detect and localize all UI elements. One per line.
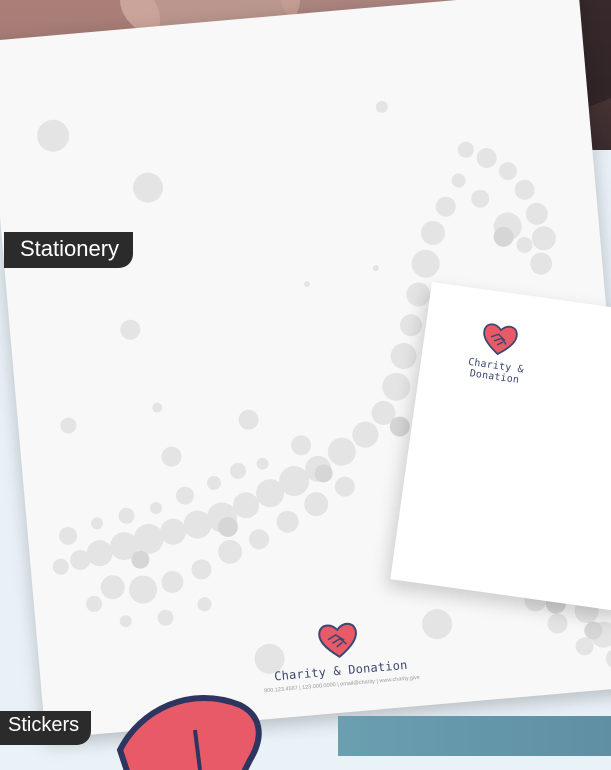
- envelope-logo: Charity & Donation: [439, 314, 556, 390]
- stationery-label: Stationery: [4, 232, 134, 268]
- stickers-label: Stickers: [0, 711, 92, 745]
- teal-card: [338, 716, 611, 756]
- heart-handshake-icon: [318, 622, 357, 658]
- sticker-heart: [116, 694, 262, 770]
- envelope-brand-name: Charity & Donation: [467, 356, 525, 387]
- heart-handshake-icon: [483, 323, 518, 356]
